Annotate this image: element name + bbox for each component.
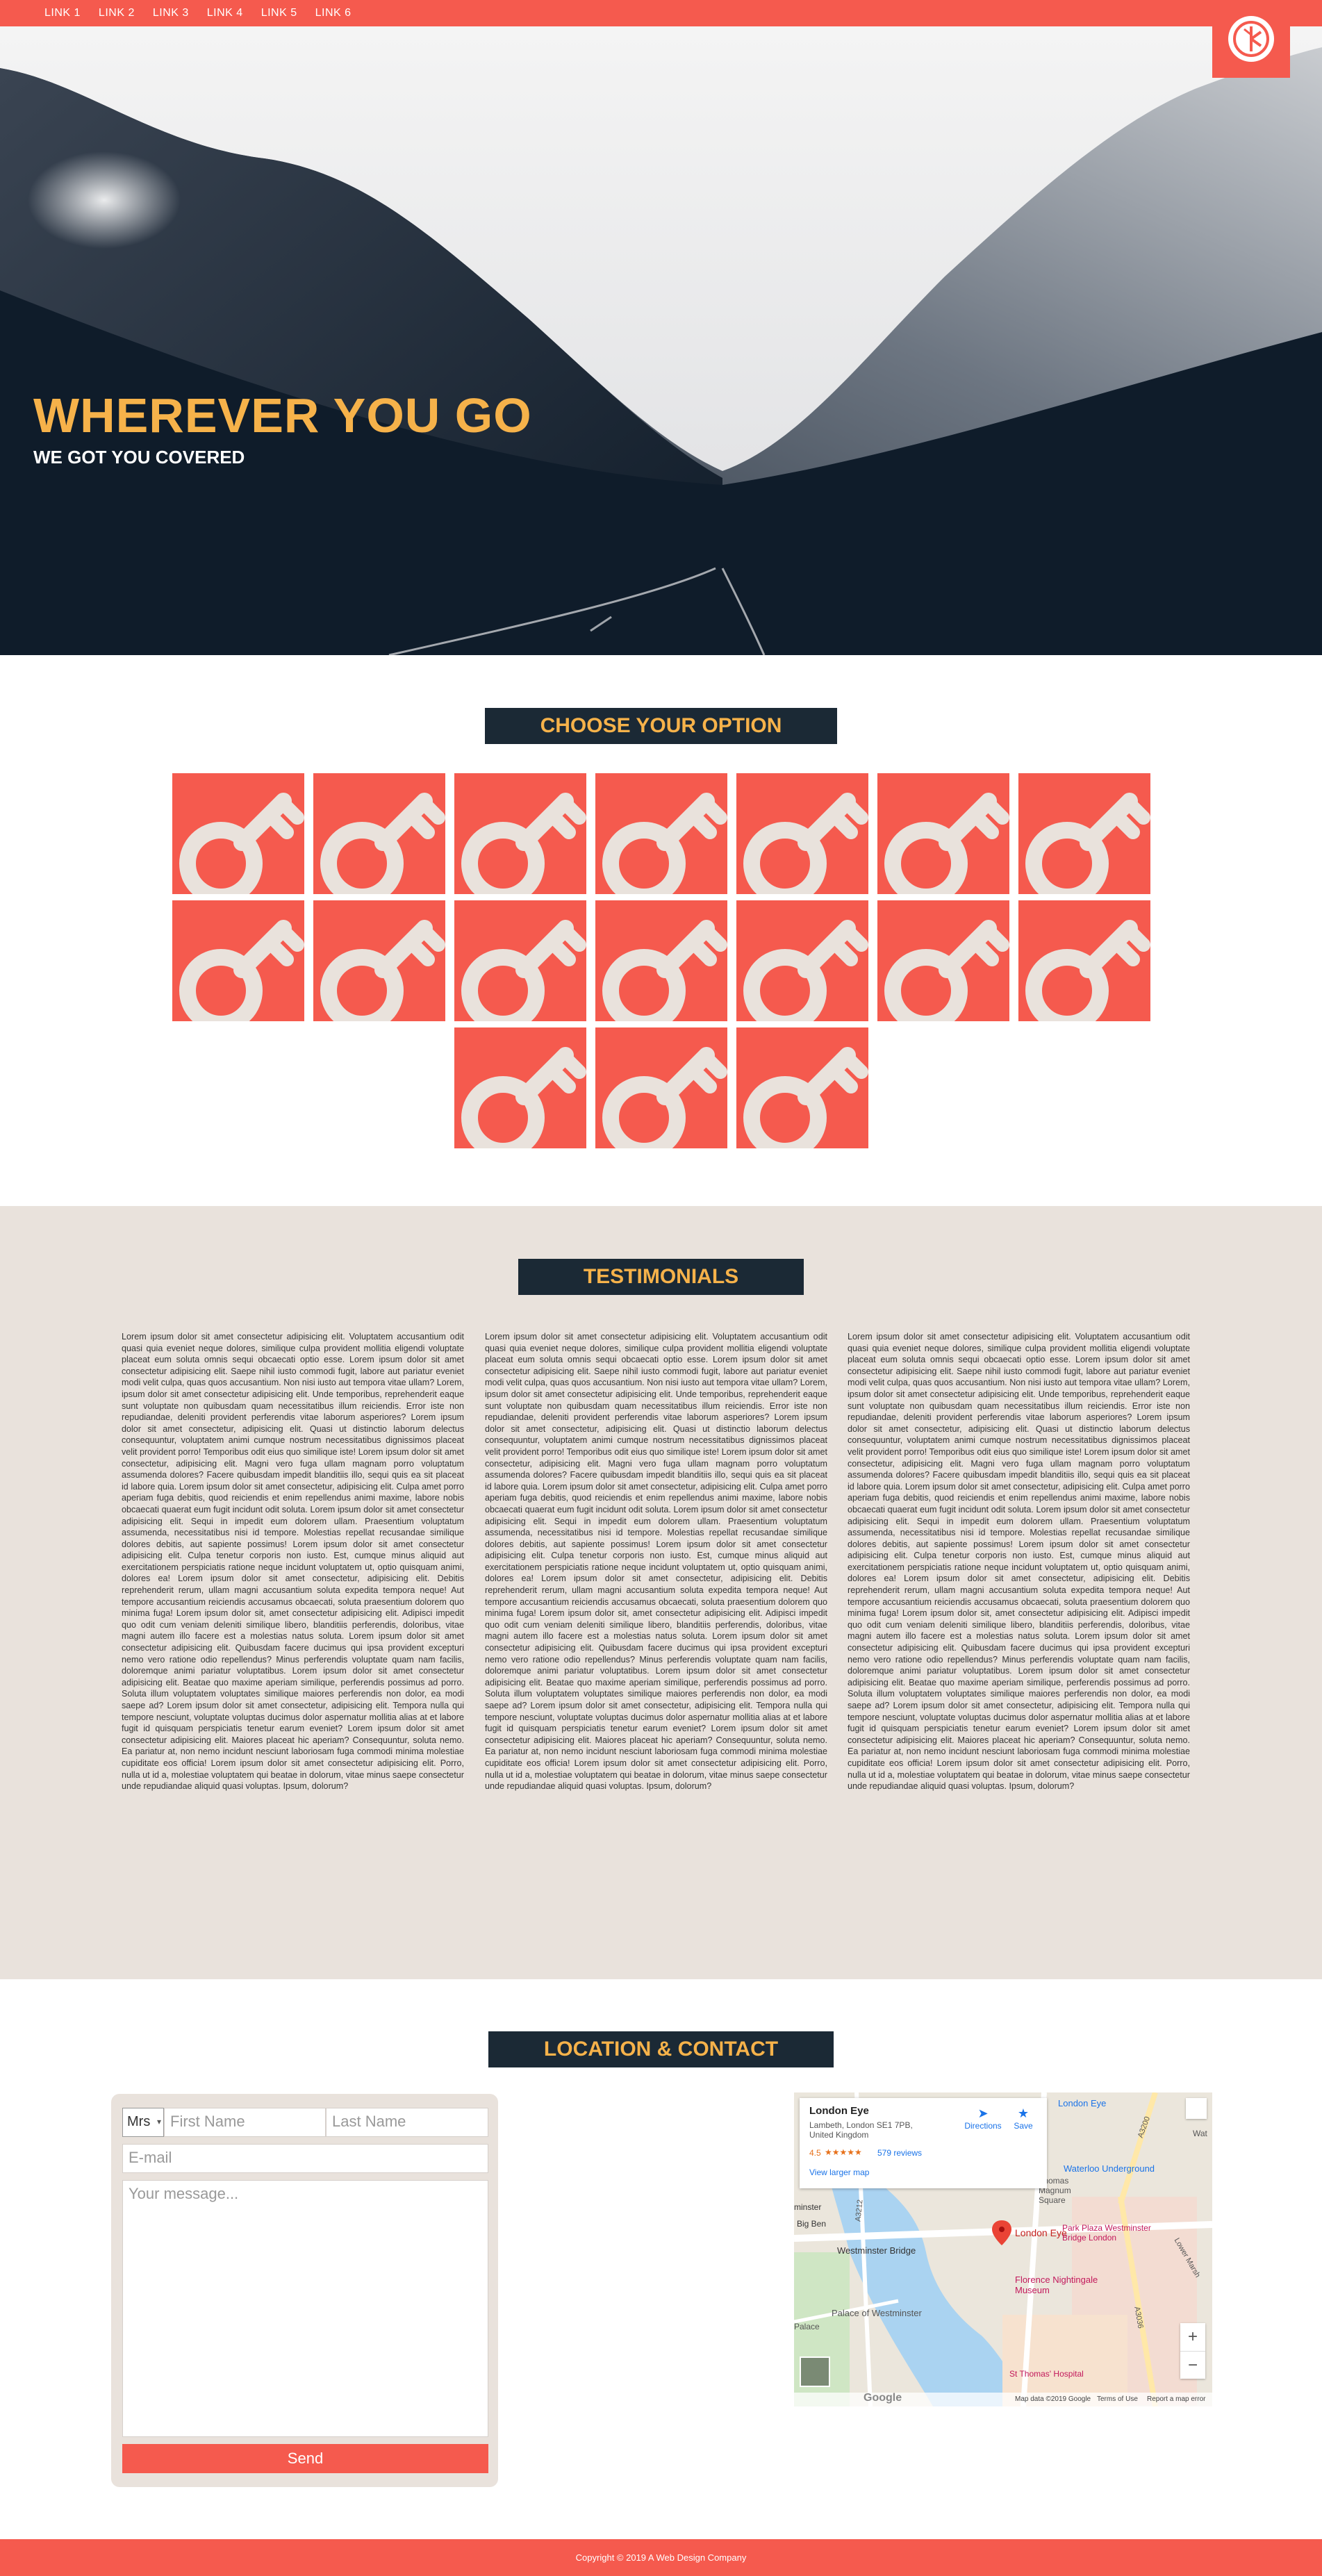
map-label-palace: Palace of Westminster bbox=[832, 2308, 922, 2318]
testimonial-column-2: Lorem ipsum dolor sit amet consectetur a… bbox=[485, 1332, 827, 1792]
map-label-wat: Wat bbox=[1193, 2129, 1207, 2138]
option-tile[interactable] bbox=[454, 900, 586, 1021]
satellite-toggle[interactable] bbox=[800, 2356, 830, 2387]
map-info-card: London Eye Lambeth, London SE1 7PB, Unit… bbox=[800, 2098, 1047, 2188]
option-tile[interactable] bbox=[595, 1027, 727, 1148]
options-section: CHOOSE YOUR OPTION bbox=[0, 655, 1322, 1206]
map-label-london-eye: London Eye bbox=[1015, 2227, 1067, 2238]
embedded-map[interactable]: Westminster Bridge London Eye Park Plaza… bbox=[794, 2092, 1212, 2406]
nav-link-2[interactable]: LINK 2 bbox=[99, 7, 135, 19]
title-select-value: Mrs bbox=[127, 2114, 151, 2129]
map-address: Lambeth, London SE1 7PB, United Kingdom bbox=[809, 2120, 913, 2140]
option-tile[interactable] bbox=[1018, 900, 1150, 1021]
save-label: Save bbox=[1014, 2121, 1033, 2131]
chevron-down-icon: ▾ bbox=[156, 2117, 161, 2127]
message-textarea[interactable]: Your message... bbox=[122, 2180, 488, 2437]
star-icon: ★ bbox=[1017, 2106, 1030, 2120]
location-contact-section: LOCATION & CONTACT Mrs ▾ First Name Last… bbox=[0, 1979, 1322, 2539]
zoom-out-button[interactable]: − bbox=[1180, 2351, 1205, 2379]
map-label-waterloo: Waterloo Underground bbox=[1064, 2163, 1155, 2174]
nav-link-5[interactable]: LINK 5 bbox=[261, 7, 297, 19]
logo-icon bbox=[1228, 16, 1274, 62]
send-button[interactable]: Send bbox=[122, 2444, 488, 2473]
title-select[interactable]: Mrs ▾ bbox=[122, 2108, 164, 2137]
map-label-palace-left: Palace bbox=[794, 2322, 820, 2331]
map-place-name: London Eye bbox=[809, 2105, 869, 2117]
map-label-westminster-bridge: Westminster Bridge bbox=[837, 2245, 916, 2256]
option-tile[interactable] bbox=[313, 900, 445, 1021]
fullscreen-button[interactable] bbox=[1186, 2098, 1207, 2119]
map-label-florence: Florence Nightingale Museum bbox=[1015, 2274, 1098, 2295]
testimonials-heading: TESTIMONIALS bbox=[518, 1259, 804, 1295]
directions-button[interactable]: ➤ Directions bbox=[964, 2106, 1002, 2131]
option-tile[interactable] bbox=[595, 900, 727, 1021]
map-footer: Google Map data ©2019 Google Terms of Us… bbox=[794, 2392, 1212, 2406]
testimonial-column-1: Lorem ipsum dolor sit amet consectetur a… bbox=[122, 1332, 464, 1792]
map-rating: 4.5 bbox=[809, 2148, 821, 2158]
map-label-minster: minster bbox=[794, 2202, 822, 2212]
hero-subtitle: WE GOT YOU COVERED bbox=[33, 447, 245, 468]
map-label-st-thomas: St Thomas' Hospital bbox=[1009, 2369, 1084, 2379]
last-name-field[interactable]: Last Name bbox=[326, 2108, 488, 2137]
option-tile[interactable] bbox=[736, 900, 868, 1021]
nav-link-4[interactable]: LINK 4 bbox=[207, 7, 243, 19]
zoom-controls: + − bbox=[1180, 2323, 1205, 2379]
options-heading: CHOOSE YOUR OPTION bbox=[485, 708, 837, 744]
option-tile[interactable] bbox=[1018, 773, 1150, 894]
save-place-button[interactable]: ★ Save bbox=[1008, 2106, 1039, 2131]
option-tile[interactable] bbox=[172, 773, 304, 894]
mountain-landscape-image bbox=[0, 26, 1322, 655]
option-tile[interactable] bbox=[454, 773, 586, 894]
map-reviews-link[interactable]: 579 reviews bbox=[877, 2148, 922, 2158]
nav-link-6[interactable]: LINK 6 bbox=[315, 7, 352, 19]
map-label-london-eye-top: London Eye bbox=[1058, 2098, 1107, 2108]
terms-link[interactable]: Terms of Use bbox=[1097, 2395, 1138, 2403]
hero-banner: WHEREVER YOU GO WE GOT YOU COVERED bbox=[0, 26, 1322, 655]
zoom-in-button[interactable]: + bbox=[1180, 2323, 1205, 2351]
map-data-text: Map data ©2019 Google bbox=[1015, 2395, 1091, 2403]
report-error-link[interactable]: Report a map error bbox=[1147, 2395, 1205, 2403]
hero-title: WHEREVER YOU GO bbox=[33, 388, 532, 443]
option-tile[interactable] bbox=[172, 900, 304, 1021]
view-larger-map-link[interactable]: View larger map bbox=[809, 2168, 869, 2177]
star-rating-icon: ★★★★★ bbox=[825, 2147, 862, 2157]
option-tile[interactable] bbox=[454, 1027, 586, 1148]
logo[interactable] bbox=[1212, 0, 1290, 78]
directions-label: Directions bbox=[964, 2121, 1002, 2131]
location-heading: LOCATION & CONTACT bbox=[488, 2031, 834, 2067]
site-footer: Copyright © 2019 A Web Design Company bbox=[0, 2539, 1322, 2576]
nav-link-3[interactable]: LINK 3 bbox=[153, 7, 189, 19]
map-label-big-ben: Big Ben bbox=[797, 2219, 827, 2229]
option-tile[interactable] bbox=[736, 1027, 868, 1148]
directions-icon: ➤ bbox=[977, 2106, 989, 2120]
top-navbar: LINK 1 LINK 2 LINK 3 LINK 4 LINK 5 LINK … bbox=[0, 0, 1322, 26]
nav-links: LINK 1 LINK 2 LINK 3 LINK 4 LINK 5 LINK … bbox=[44, 0, 352, 26]
google-logo: Google bbox=[864, 2392, 902, 2404]
option-tile[interactable] bbox=[877, 900, 1009, 1021]
nav-link-1[interactable]: LINK 1 bbox=[44, 7, 81, 19]
option-tile[interactable] bbox=[877, 773, 1009, 894]
map-label-park-plaza: Park Plaza Westminster Bridge London bbox=[1062, 2223, 1151, 2243]
testimonial-column-3: Lorem ipsum dolor sit amet consectetur a… bbox=[848, 1332, 1190, 1792]
contact-form: Mrs ▾ First Name Last Name E-mail Your m… bbox=[111, 2094, 498, 2487]
first-name-field[interactable]: First Name bbox=[164, 2108, 326, 2137]
option-tile[interactable] bbox=[736, 773, 868, 894]
copyright-text: Copyright © 2019 A Web Design Company bbox=[575, 2552, 747, 2563]
option-tile[interactable] bbox=[313, 773, 445, 894]
email-field[interactable]: E-mail bbox=[122, 2144, 488, 2173]
testimonials-section: TESTIMONIALS Lorem ipsum dolor sit amet … bbox=[0, 1206, 1322, 1979]
option-tile[interactable] bbox=[595, 773, 727, 894]
